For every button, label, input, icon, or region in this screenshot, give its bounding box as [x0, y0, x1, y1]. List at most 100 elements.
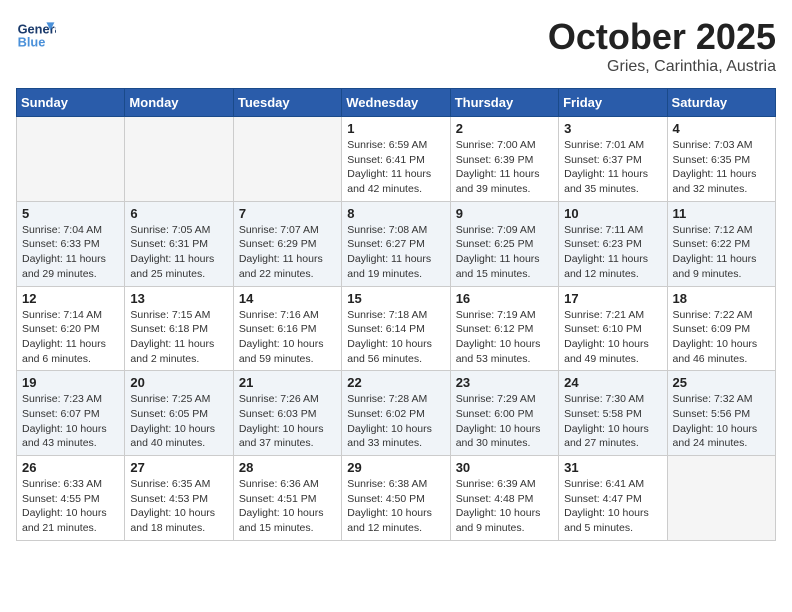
day-info: Sunrise: 7:23 AMSunset: 6:07 PMDaylight:…: [22, 392, 119, 451]
day-number: 21: [239, 375, 336, 390]
calendar-cell: 5Sunrise: 7:04 AMSunset: 6:33 PMDaylight…: [17, 201, 125, 286]
day-number: 10: [564, 206, 661, 221]
day-info: Sunrise: 7:04 AMSunset: 6:33 PMDaylight:…: [22, 223, 119, 282]
calendar-cell: 19 Sunrise: 7:23 AMSunset: 6:07 PMDayligh…: [17, 371, 125, 456]
calendar-cell: 30 Sunrise: 6:39 AMSunset: 4:48 PMDayligh…: [450, 456, 558, 541]
calendar-cell: 3 Sunrise: 7:01 AMSunset: 6:37 PMDaylight…: [559, 117, 667, 202]
day-number: 22: [347, 375, 444, 390]
day-number: 18: [673, 291, 770, 306]
calendar-cell: 2 Sunrise: 7:00 AMSunset: 6:39 PMDaylight…: [450, 117, 558, 202]
logo-icon: General Blue: [16, 16, 56, 56]
day-number: 11: [673, 206, 770, 221]
day-number: 13: [130, 291, 227, 306]
calendar-cell: 14 Sunrise: 7:16 AMSunset: 6:16 PMDayligh…: [233, 286, 341, 371]
calendar-header-row: SundayMondayTuesdayWednesdayThursdayFrid…: [17, 89, 776, 117]
calendar-cell: 13 Sunrise: 7:15 AMSunset: 6:18 PMDayligh…: [125, 286, 233, 371]
day-info: Sunrise: 6:38 AMSunset: 4:50 PMDaylight:…: [347, 477, 444, 536]
day-info: Sunrise: 7:26 AMSunset: 6:03 PMDaylight:…: [239, 392, 336, 451]
day-number: 29: [347, 460, 444, 475]
logo: General Blue: [16, 16, 60, 56]
day-info: Sunrise: 7:21 AMSunset: 6:10 PMDaylight:…: [564, 308, 661, 367]
day-info: Sunrise: 7:09 AMSunset: 6:25 PMDaylight:…: [456, 223, 553, 282]
day-info: Sunrise: 7:08 AMSunset: 6:27 PMDaylight:…: [347, 223, 444, 282]
day-info: Sunrise: 7:32 AMSunset: 5:56 PMDaylight:…: [673, 392, 770, 451]
day-number: 6: [130, 206, 227, 221]
day-info: Sunrise: 7:07 AMSunset: 6:29 PMDaylight:…: [239, 223, 336, 282]
calendar-cell: 6Sunrise: 7:05 AMSunset: 6:31 PMDaylight…: [125, 201, 233, 286]
calendar-cell: [17, 117, 125, 202]
calendar-cell: 12 Sunrise: 7:14 AMSunset: 6:20 PMDayligh…: [17, 286, 125, 371]
calendar-cell: [667, 456, 775, 541]
calendar-cell: 31 Sunrise: 6:41 AMSunset: 4:47 PMDayligh…: [559, 456, 667, 541]
day-of-week-header: Monday: [125, 89, 233, 117]
calendar-cell: 10 Sunrise: 7:11 AMSunset: 6:23 PMDayligh…: [559, 201, 667, 286]
day-info: Sunrise: 6:36 AMSunset: 4:51 PMDaylight:…: [239, 477, 336, 536]
calendar-cell: [125, 117, 233, 202]
calendar-cell: 21 Sunrise: 7:26 AMSunset: 6:03 PMDayligh…: [233, 371, 341, 456]
calendar-cell: 18 Sunrise: 7:22 AMSunset: 6:09 PMDayligh…: [667, 286, 775, 371]
day-number: 15: [347, 291, 444, 306]
day-info: Sunrise: 7:12 AMSunset: 6:22 PMDaylight:…: [673, 223, 770, 282]
day-of-week-header: Sunday: [17, 89, 125, 117]
day-info: Sunrise: 7:28 AMSunset: 6:02 PMDaylight:…: [347, 392, 444, 451]
day-number: 24: [564, 375, 661, 390]
day-info: Sunrise: 6:41 AMSunset: 4:47 PMDaylight:…: [564, 477, 661, 536]
calendar-cell: 22 Sunrise: 7:28 AMSunset: 6:02 PMDayligh…: [342, 371, 450, 456]
day-info: Sunrise: 7:16 AMSunset: 6:16 PMDaylight:…: [239, 308, 336, 367]
day-info: Sunrise: 7:00 AMSunset: 6:39 PMDaylight:…: [456, 138, 553, 197]
day-number: 30: [456, 460, 553, 475]
page-header: General Blue October 2025 Gries, Carinth…: [16, 16, 776, 76]
calendar-cell: 29 Sunrise: 6:38 AMSunset: 4:50 PMDayligh…: [342, 456, 450, 541]
day-info: Sunrise: 6:39 AMSunset: 4:48 PMDaylight:…: [456, 477, 553, 536]
day-number: 2: [456, 121, 553, 136]
calendar-week-row: 5Sunrise: 7:04 AMSunset: 6:33 PMDaylight…: [17, 201, 776, 286]
calendar-table: SundayMondayTuesdayWednesdayThursdayFrid…: [16, 88, 776, 541]
calendar-cell: 7 Sunrise: 7:07 AMSunset: 6:29 PMDaylight…: [233, 201, 341, 286]
svg-text:Blue: Blue: [18, 34, 46, 49]
day-number: 17: [564, 291, 661, 306]
day-info: Sunrise: 7:01 AMSunset: 6:37 PMDaylight:…: [564, 138, 661, 197]
day-info: Sunrise: 7:18 AMSunset: 6:14 PMDaylight:…: [347, 308, 444, 367]
day-of-week-header: Thursday: [450, 89, 558, 117]
calendar-cell: 11 Sunrise: 7:12 AMSunset: 6:22 PMDayligh…: [667, 201, 775, 286]
day-of-week-header: Friday: [559, 89, 667, 117]
calendar-cell: 1Sunrise: 6:59 AMSunset: 6:41 PMDaylight…: [342, 117, 450, 202]
calendar-cell: 27 Sunrise: 6:35 AMSunset: 4:53 PMDayligh…: [125, 456, 233, 541]
day-number: 31: [564, 460, 661, 475]
day-info: Sunrise: 7:03 AMSunset: 6:35 PMDaylight:…: [673, 138, 770, 197]
calendar-cell: 24 Sunrise: 7:30 AMSunset: 5:58 PMDayligh…: [559, 371, 667, 456]
day-info: Sunrise: 7:25 AMSunset: 6:05 PMDaylight:…: [130, 392, 227, 451]
day-number: 26: [22, 460, 119, 475]
calendar-cell: [233, 117, 341, 202]
calendar-cell: 15 Sunrise: 7:18 AMSunset: 6:14 PMDayligh…: [342, 286, 450, 371]
calendar-cell: 4 Sunrise: 7:03 AMSunset: 6:35 PMDaylight…: [667, 117, 775, 202]
day-number: 12: [22, 291, 119, 306]
day-number: 27: [130, 460, 227, 475]
day-info: Sunrise: 7:22 AMSunset: 6:09 PMDaylight:…: [673, 308, 770, 367]
day-info: Sunrise: 7:29 AMSunset: 6:00 PMDaylight:…: [456, 392, 553, 451]
day-info: Sunrise: 7:11 AMSunset: 6:23 PMDaylight:…: [564, 223, 661, 282]
calendar-cell: 9Sunrise: 7:09 AMSunset: 6:25 PMDaylight…: [450, 201, 558, 286]
title-block: October 2025 Gries, Carinthia, Austria: [548, 16, 776, 76]
day-number: 4: [673, 121, 770, 136]
day-number: 3: [564, 121, 661, 136]
day-number: 19: [22, 375, 119, 390]
day-of-week-header: Wednesday: [342, 89, 450, 117]
day-of-week-header: Tuesday: [233, 89, 341, 117]
day-number: 7: [239, 206, 336, 221]
day-number: 14: [239, 291, 336, 306]
day-number: 25: [673, 375, 770, 390]
day-of-week-header: Saturday: [667, 89, 775, 117]
day-info: Sunrise: 7:15 AMSunset: 6:18 PMDaylight:…: [130, 308, 227, 367]
calendar-cell: 25 Sunrise: 7:32 AMSunset: 5:56 PMDayligh…: [667, 371, 775, 456]
day-info: Sunrise: 7:14 AMSunset: 6:20 PMDaylight:…: [22, 308, 119, 367]
calendar-cell: 17 Sunrise: 7:21 AMSunset: 6:10 PMDayligh…: [559, 286, 667, 371]
day-info: Sunrise: 6:35 AMSunset: 4:53 PMDaylight:…: [130, 477, 227, 536]
day-info: Sunrise: 7:30 AMSunset: 5:58 PMDaylight:…: [564, 392, 661, 451]
day-number: 23: [456, 375, 553, 390]
day-number: 8: [347, 206, 444, 221]
day-info: Sunrise: 7:19 AMSunset: 6:12 PMDaylight:…: [456, 308, 553, 367]
day-number: 20: [130, 375, 227, 390]
calendar-cell: 23 Sunrise: 7:29 AMSunset: 6:00 PMDayligh…: [450, 371, 558, 456]
day-number: 28: [239, 460, 336, 475]
